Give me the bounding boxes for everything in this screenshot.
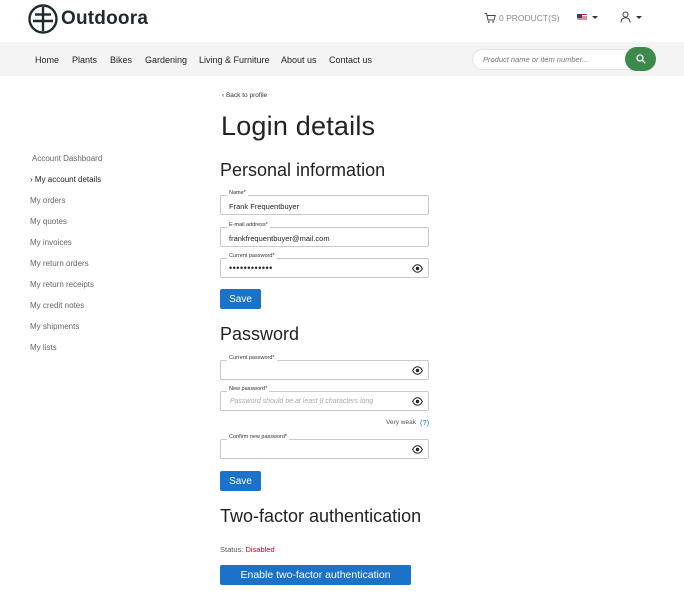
password-heading: Password <box>220 324 300 344</box>
sidebar-item-my-invoices[interactable]: My invoices <box>30 238 72 247</box>
search-input[interactable] <box>483 55 623 64</box>
user-icon <box>620 11 631 23</box>
active-marker: › <box>30 175 33 184</box>
eye-icon[interactable] <box>412 366 423 375</box>
password-current-field[interactable]: Current password* <box>220 355 429 380</box>
nav-item-contact-us[interactable]: Contact us <box>329 55 372 65</box>
sidebar-item-account-dashboard[interactable]: Account Dashboard <box>32 154 102 163</box>
nav-item-about-us[interactable]: About us <box>281 55 317 65</box>
strength-label: Very weak <box>386 419 416 426</box>
new-password-field[interactable]: New password* Password should be at leas… <box>220 386 429 411</box>
eye-icon[interactable] <box>412 397 423 406</box>
eye-icon[interactable] <box>412 264 423 273</box>
twofa-status: Status: Disabled <box>220 545 275 554</box>
sidebar-item-my-quotes[interactable]: My quotes <box>30 217 67 226</box>
name-field[interactable]: Name* Frank Frequentbuyer <box>220 190 429 215</box>
sidebar-item-my-return-receipts[interactable]: My return receipts <box>30 280 94 289</box>
new-password-label: New password* <box>227 386 270 392</box>
sidebar-item-my-orders[interactable]: My orders <box>30 196 66 205</box>
password-current-label: Current password* <box>227 355 277 361</box>
cart-icon <box>484 13 496 23</box>
sidebar-item-my-credit-notes[interactable]: My credit notes <box>30 301 84 310</box>
name-value: Frank Frequentbuyer <box>229 202 300 211</box>
twofa-heading: Two-factor authentication <box>220 506 422 526</box>
main-nav: Home Plants Bikes Gardening Living & Fur… <box>0 42 684 76</box>
page-title: Login details <box>221 111 376 141</box>
personal-info-heading: Personal information <box>220 160 386 180</box>
sidebar-item-my-return-orders[interactable]: My return orders <box>30 259 89 268</box>
current-password-field[interactable]: Current password* •••••••••••• <box>220 253 429 278</box>
chevron-down-icon <box>636 15 642 19</box>
status-badge: Disabled <box>245 545 275 554</box>
cart-button[interactable]: 0 PRODUCT(S) <box>484 12 559 24</box>
save-password-button[interactable]: Save <box>220 471 261 491</box>
logo-icon <box>28 4 58 34</box>
logo[interactable]: Outdoora <box>28 4 148 34</box>
sidebar-item-my-account-details[interactable]: › My account details <box>30 175 101 184</box>
sidebar-item-my-shipments[interactable]: My shipments <box>30 322 79 331</box>
back-to-profile-link[interactable]: ‹ Back to profile <box>222 92 267 99</box>
chevron-down-icon <box>592 15 598 19</box>
nav-item-plants[interactable]: Plants <box>72 55 97 65</box>
status-label: Status: <box>220 545 244 554</box>
email-label: E-mail address* <box>227 222 270 228</box>
nav-item-gardening[interactable]: Gardening <box>145 55 187 65</box>
current-password-label: Current password* <box>227 253 277 259</box>
new-password-placeholder: Password should be at least 8 characters… <box>230 398 374 405</box>
us-flag-icon <box>577 14 587 20</box>
eye-icon[interactable] <box>412 445 423 454</box>
search-button[interactable] <box>625 47 656 71</box>
language-selector[interactable] <box>577 14 598 20</box>
enable-twofa-button[interactable]: Enable two-factor authentication <box>220 565 411 585</box>
current-password-value: •••••••••••• <box>229 263 273 273</box>
user-menu[interactable] <box>620 11 642 23</box>
cart-label: 0 PRODUCT(S) <box>499 13 560 23</box>
sidebar-item-my-lists[interactable]: My lists <box>30 343 57 352</box>
search-icon <box>635 54 646 64</box>
sidebar-item-label: My account details <box>34 175 102 184</box>
nav-item-home[interactable]: Home <box>35 55 59 65</box>
strength-help-link[interactable]: (?) <box>420 418 429 427</box>
brand-name: Outdoora <box>61 8 149 29</box>
nav-item-living-furniture[interactable]: Living & Furniture <box>199 55 270 65</box>
email-value: frankfrequentbuyer@mail.com <box>229 234 330 243</box>
password-strength: Very weak (?) <box>386 418 429 427</box>
name-label: Name* <box>227 190 248 196</box>
save-personal-button[interactable]: Save <box>220 289 261 309</box>
confirm-password-field[interactable]: Confirm new password* <box>220 434 429 459</box>
nav-item-bikes[interactable]: Bikes <box>110 55 132 65</box>
confirm-password-label: Confirm new password* <box>227 434 290 440</box>
email-field[interactable]: E-mail address* frankfrequentbuyer@mail.… <box>220 222 429 247</box>
top-bar: Outdoora 0 PRODUCT(S) <box>0 0 684 42</box>
